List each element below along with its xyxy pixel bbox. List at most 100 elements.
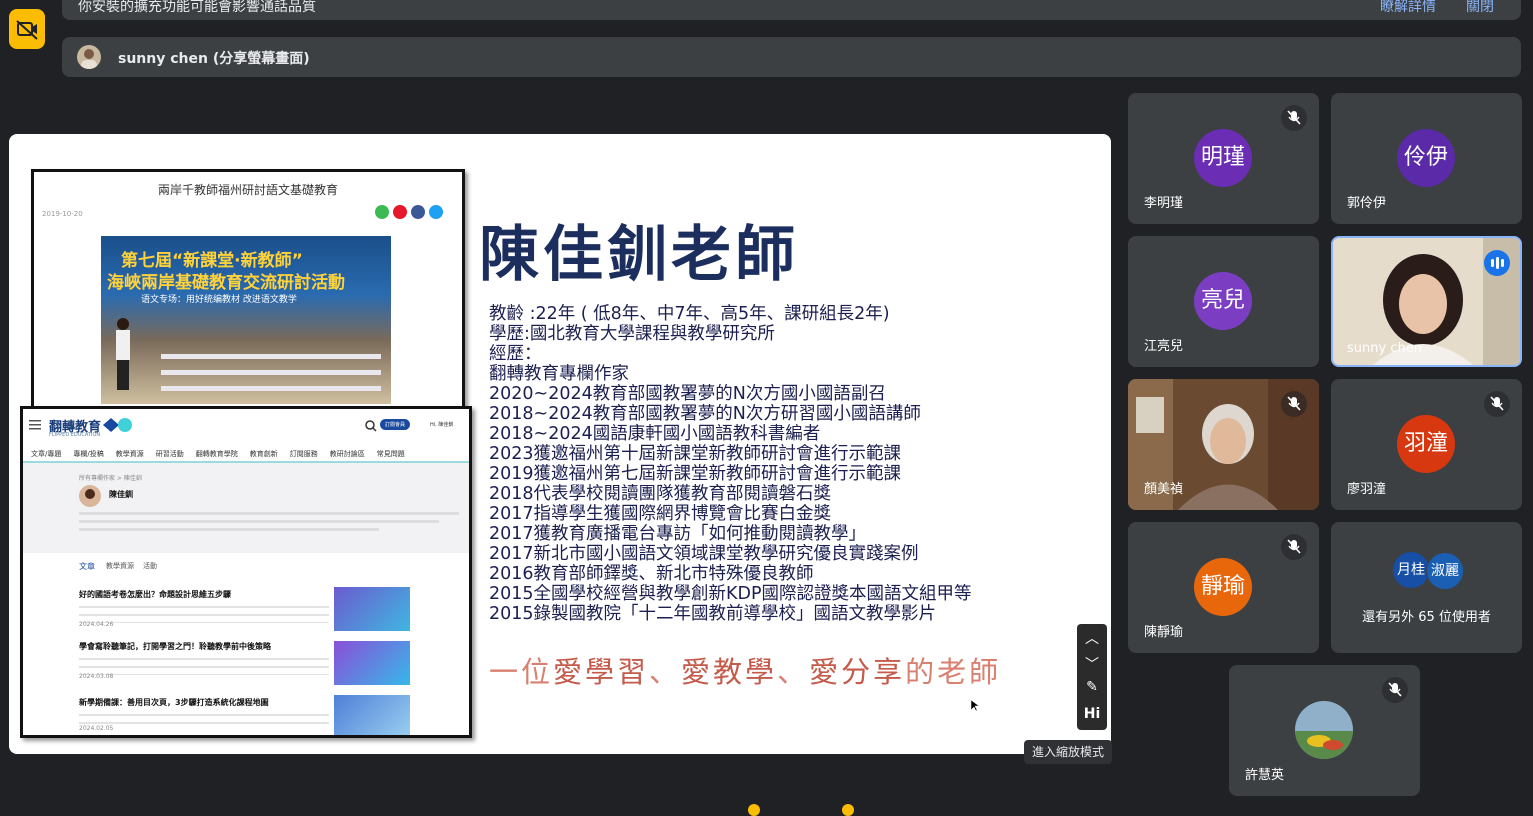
next-slide-button[interactable]: ﹀ <box>1077 654 1107 674</box>
bio-line: 2017獲教育廣播電台專訪「如何推動閱讀教學」 <box>489 524 867 544</box>
weibo-icon <box>393 205 407 219</box>
post-thumbnail[interactable] <box>334 587 410 631</box>
participant-tile[interactable]: 羽潼 廖羽潼 <box>1331 379 1522 510</box>
post-excerpt <box>79 655 329 675</box>
presenter-bar: sunny chen (分享螢幕畫面) <box>62 37 1521 77</box>
article-date: 2019-10-20 <box>42 210 83 218</box>
bio-line: 2018~2024教育部國教署夢的N次方研習國小國語講師 <box>489 404 921 424</box>
post-date: 2024.04.26 <box>79 621 114 628</box>
nav-item[interactable]: 研習活動 <box>156 450 184 458</box>
bio-line: 2023獲邀福州第十屆新課堂新教師研討會進行示範課 <box>489 444 902 464</box>
wechat-icon <box>375 205 389 219</box>
mic-muted-icon <box>1281 391 1307 417</box>
nav-item[interactable]: 教育創新 <box>250 450 278 458</box>
participant-tile[interactable]: 顏美禎 <box>1128 379 1319 510</box>
participant-name: 顏美禎 <box>1144 482 1184 497</box>
slide-toolbar: ︿ ﹀ ✎ Hi <box>1077 624 1107 730</box>
motto-part: 愛教學 <box>681 655 778 689</box>
bio-line: 翻轉教育專欄作家 <box>489 364 629 384</box>
participant-name: 廖羽潼 <box>1347 482 1387 497</box>
bio-line: 2018~2024國語康軒國小國語教科書編者 <box>489 424 821 444</box>
participant-name: 江亮兒 <box>1144 339 1184 354</box>
teacher-name: 陳佳釧老師 <box>479 220 799 290</box>
author-bio-line <box>79 512 459 515</box>
post-excerpt <box>79 603 329 623</box>
post-title[interactable]: 好的國語考卷怎麼出？命題設計思維五步驟 <box>79 589 231 600</box>
avatar <box>1295 701 1353 759</box>
participant-tile[interactable]: 許慧英 <box>1229 665 1420 796</box>
warning-text: 你安裝的擴充功能可能會影響通話品質 <box>78 0 316 15</box>
teacher-figure <box>116 318 130 390</box>
bio-line: 2019獲邀福州第七屆新課堂新教師研討會進行示範課 <box>489 464 902 484</box>
avatar: 伶伊 <box>1397 129 1455 187</box>
teacher-bio: 教齡 :22年 ( 低8年、中7年、高5年、課研組長2年) 學歷:國北教育大學課… <box>489 304 1089 624</box>
bio-line: 2018代表學校閱讀團隊獲教育部閱讀磐石獎 <box>489 484 832 504</box>
tab-articles[interactable]: 文章 <box>79 561 95 572</box>
desk-row <box>161 370 381 375</box>
participant-name: 許慧英 <box>1245 768 1285 783</box>
nav-item[interactable]: 文章/專題 <box>31 450 61 458</box>
bio-line: 2015錄製國教院「十二年國教前導學校」國語文教學影片 <box>489 604 937 624</box>
author-page-card: 翻轉教育 FLIPPED EDUCATION 訂閱會員 Hi, 陳佳釧 文章/專… <box>20 406 472 738</box>
nav-item[interactable]: 常見問題 <box>377 450 405 458</box>
subscribe-button[interactable]: 訂閱會員 <box>380 419 411 430</box>
presenter-label: sunny chen (分享螢幕畫面) <box>118 51 310 67</box>
camera-off-icon <box>16 20 38 40</box>
avatar: 淑麗 <box>1426 552 1464 590</box>
participant-tile[interactable]: 亮兒 江亮兒 <box>1128 236 1319 367</box>
nav-item[interactable]: 翻轉教育學院 <box>196 450 238 458</box>
bio-line: 教齡 :22年 ( 低8年、中7年、高5年、課研組長2年) <box>489 304 890 324</box>
breadcrumb: 所有專欄作家 > 陳佳釧 <box>79 475 142 482</box>
camera-off-indicator[interactable] <box>9 9 45 49</box>
user-greeting: Hi, 陳佳釧 <box>430 422 454 428</box>
avatar: 靜瑜 <box>1194 558 1252 616</box>
mic-muted-icon <box>1281 534 1307 560</box>
stage-photo: 第七屆“新課堂·新教師” 海峽兩岸基礎教育交流研討活動 语文专场：用好统编教材 … <box>101 236 391 404</box>
participant-tile[interactable]: 明瑾 李明瑾 <box>1128 93 1319 224</box>
tab-events[interactable]: 活動 <box>143 561 157 571</box>
facebook-icon <box>411 205 425 219</box>
mic-muted-icon <box>1382 677 1408 703</box>
avatar: 明瑾 <box>1194 129 1252 187</box>
others-tile[interactable]: 月桂 淑麗 還有另外 65 位使用者 <box>1331 522 1522 653</box>
author-bio-line <box>79 528 379 531</box>
nav-item[interactable]: 教研討論區 <box>330 450 365 458</box>
nav-item[interactable]: 訂閱服務 <box>290 450 318 458</box>
details-link[interactable]: 瞭解詳情 <box>1380 0 1436 16</box>
bio-line: 2015全國學校經營與教學創新KDP國際認證獎本國語文組甲等 <box>489 584 972 604</box>
post-thumbnail[interactable] <box>334 641 410 685</box>
reaction-dot <box>842 804 854 816</box>
tab-resources[interactable]: 教學資源 <box>106 561 134 571</box>
reaction-dot <box>748 804 760 816</box>
close-link[interactable]: 關閉 <box>1466 0 1494 16</box>
participant-tile[interactable]: 伶伊 郭伶伊 <box>1331 93 1522 224</box>
pen-button[interactable]: ✎ <box>1077 679 1107 695</box>
avatar: 亮兒 <box>1194 272 1252 330</box>
motto-part: 、 <box>777 655 810 689</box>
menu-icon <box>29 420 41 430</box>
post-date: 2024.02.05 <box>79 725 114 732</box>
nav-item[interactable]: 專欄/投稿 <box>73 450 103 458</box>
hi-button[interactable]: Hi <box>1077 706 1107 722</box>
bio-line: 2016教育部師鐸獎、新北市特殊優良教師 <box>489 564 814 584</box>
post-title[interactable]: 新學期備課：善用目次頁，3步驟打造系統化課程地圖 <box>79 697 269 708</box>
speaking-indicator-icon <box>1484 250 1510 276</box>
participant-tile-active[interactable]: sunny chen <box>1331 236 1522 367</box>
site-nav: 文章/專題 專欄/投稿 教學資源 研習活動 翻轉教育學院 教育創新 訂閱服務 教研討論區 常見問… <box>31 449 417 459</box>
desk-row <box>161 354 381 359</box>
banner-line2: 海峽兩岸基礎教育交流研討活動 <box>107 273 345 293</box>
search-icon <box>365 420 377 432</box>
motto-part: 的老師 <box>905 655 1002 689</box>
participant-tile[interactable]: 靜瑜 陳靜瑜 <box>1128 522 1319 653</box>
participant-name: 李明瑾 <box>1144 196 1184 211</box>
nav-item[interactable]: 教學資源 <box>116 450 144 458</box>
author-avatar <box>79 485 101 507</box>
post-date: 2024.03.08 <box>79 673 114 680</box>
previous-slide-button[interactable]: ︿ <box>1077 628 1107 648</box>
post-thumbnail[interactable] <box>334 695 410 735</box>
presenter-avatar <box>77 45 101 69</box>
teacher-motto: 一位愛學習、愛教學、愛分享的老師 <box>489 649 1001 691</box>
twitter-icon <box>429 205 443 219</box>
others-count-label: 還有另外 65 位使用者 <box>1362 610 1491 625</box>
post-title[interactable]: 學會寫聆聽筆記，打開學習之門！聆聽教學前中後策略 <box>79 641 271 652</box>
